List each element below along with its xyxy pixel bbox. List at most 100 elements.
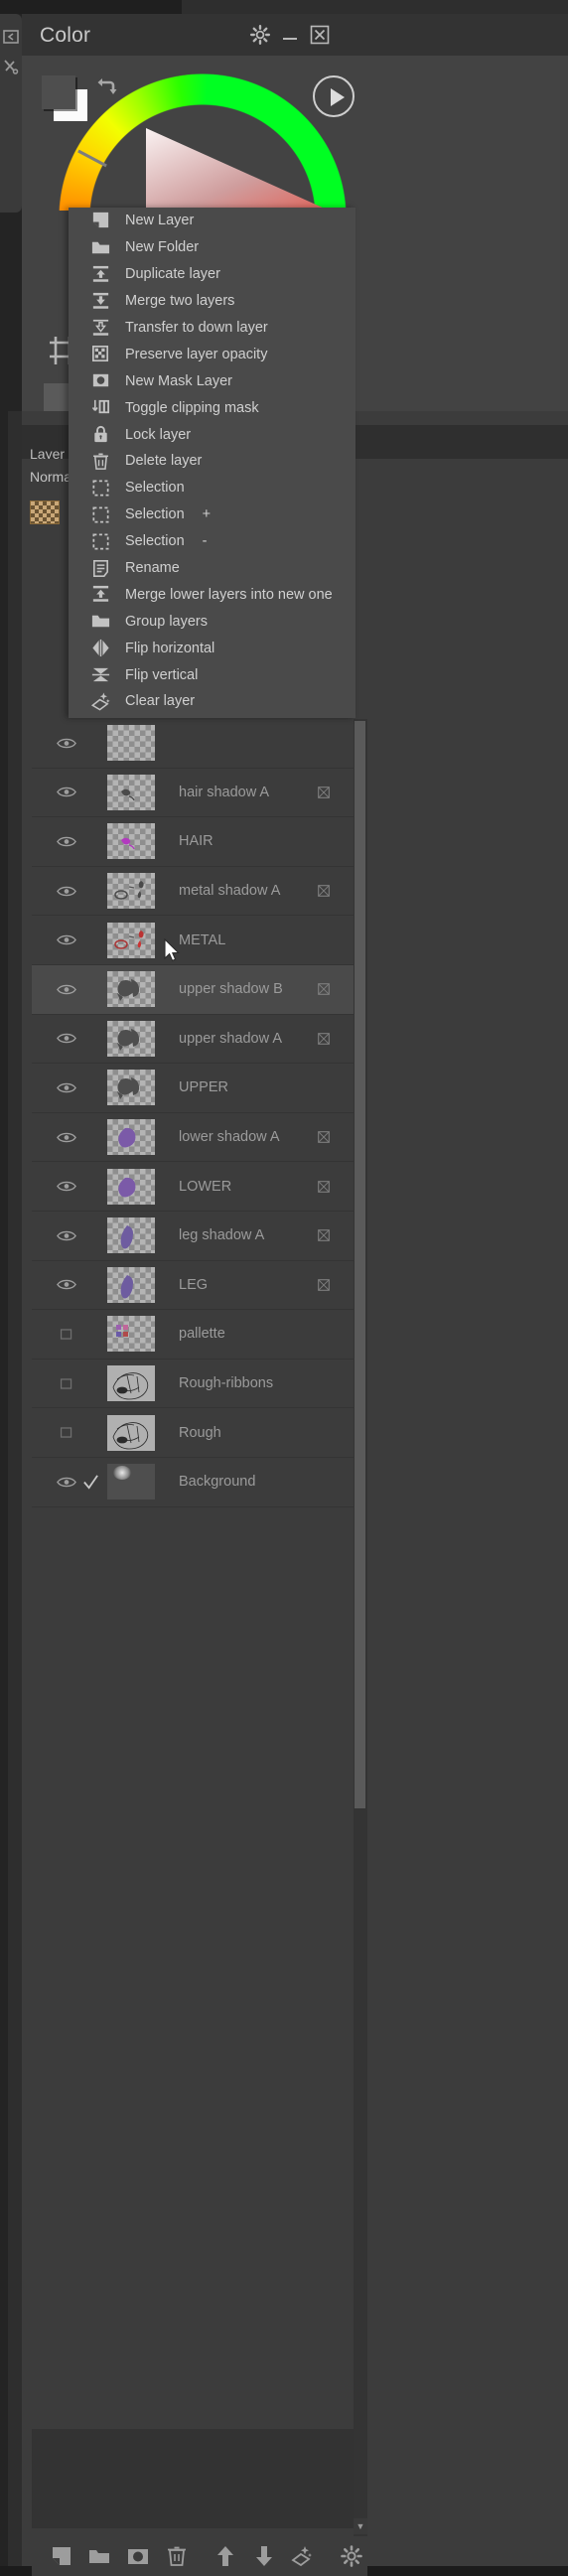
eye-hidden-icon[interactable] [54,1328,79,1341]
layer-checkmark[interactable] [79,1474,101,1491]
eye-visible-icon[interactable] [54,1081,79,1094]
play-button[interactable] [313,75,355,117]
menu-item-duplicate-layer[interactable]: Duplicate layer [69,261,355,288]
color-panel-title: Color [40,24,91,47]
eye-visible-icon[interactable] [54,1229,79,1242]
layer-thumbnail[interactable] [107,873,155,910]
layer-row[interactable]: Background [32,1458,354,1507]
layer-row[interactable]: METAL [32,916,354,965]
layer-name: METAL [179,931,226,948]
layer-row[interactable]: LEG [32,1261,354,1311]
menu-item-new-mask-layer[interactable]: New Mask Layer [69,367,355,394]
layer-row[interactable]: pallette [32,1310,354,1360]
menu-item-selection[interactable]: Selection [69,475,355,501]
layer-thumbnail[interactable] [107,725,155,762]
layer-name: pallette [179,1326,225,1343]
tools-icon[interactable] [2,58,20,75]
layer-thumbnail[interactable] [107,1020,155,1057]
eye-visible-icon[interactable] [54,786,79,798]
layer-thumbnail[interactable] [107,1217,155,1254]
eye-visible-icon[interactable] [54,1180,79,1193]
collapse-icon[interactable] [2,28,20,46]
clipping-mask-indicator-icon [318,1278,330,1291]
menu-item-label: Merge lower layers into new one [125,586,333,603]
layer-thumbnail[interactable] [107,823,155,860]
layer-thumbnail[interactable] [107,1266,155,1303]
menu-item-delete-layer[interactable]: Delete layer [69,448,355,475]
layer-row[interactable]: Rough [32,1408,354,1458]
layer-row[interactable]: Rough-ribbons [32,1360,354,1409]
layer-row[interactable]: leg shadow A [32,1212,354,1261]
foreground-color-swatch[interactable] [42,75,75,109]
eye-visible-icon[interactable] [54,983,79,996]
folder-icon[interactable] [87,2544,111,2568]
menu-item-rename[interactable]: Rename [69,555,355,582]
eye-visible-icon[interactable] [54,1131,79,1144]
layer-thumbnail[interactable] [107,922,155,958]
layer-thumbnail[interactable] [107,1316,155,1353]
eye-hidden-icon[interactable] [54,1426,79,1439]
menu-item-flip-vertical[interactable]: Flip vertical [69,661,355,688]
layer-row[interactable] [32,719,354,769]
layer-row[interactable]: lower shadow A [32,1113,354,1163]
layer-list-empty-area [32,2429,354,2528]
layer-list-scrollbar-thumb[interactable] [355,721,365,1808]
gear-icon[interactable] [249,24,271,46]
eye-visible-icon[interactable] [54,835,79,848]
menu-item-toggle-clipping-mask[interactable]: Toggle clipping mask [69,394,355,421]
layer-name: Background [179,1474,256,1491]
menu-item-flip-horizontal[interactable]: Flip horizontal [69,635,355,661]
menu-item-preserve-layer-opacity[interactable]: Preserve layer opacity [69,341,355,367]
menu-item-group-layers[interactable]: Group layers [69,608,355,635]
menu-item-clear-layer[interactable]: Clear layer [69,688,355,715]
layer-name: LOWER [179,1178,232,1195]
swap-colors-icon[interactable] [93,73,121,101]
gear-icon[interactable] [340,2544,363,2568]
scroll-down-icon[interactable]: ▼ [354,2518,367,2534]
layer-thumbnail[interactable] [107,971,155,1008]
layer-thumbnail[interactable] [107,1464,155,1501]
clear-layer-icon[interactable] [290,2544,314,2568]
eye-visible-icon[interactable] [54,1278,79,1291]
menu-item-merge-lower-layers-into-new-one[interactable]: Merge lower layers into new one [69,581,355,608]
menu-item-new-folder[interactable]: New Folder [69,234,355,261]
menu-item-selection-add[interactable]: Selection + [69,501,355,528]
layer-row[interactable]: HAIR [32,817,354,867]
layer-thumbnail[interactable] [107,1414,155,1451]
mouse-cursor [164,938,181,963]
tool-rail[interactable] [0,14,23,213]
move-up-icon[interactable] [213,2544,237,2568]
eye-visible-icon[interactable] [54,1032,79,1045]
layer-thumbnail[interactable] [107,1168,155,1205]
layer-thumbnail[interactable] [107,1365,155,1402]
active-layer-thumbnail [30,501,60,524]
menu-item-lock-layer[interactable]: Lock layer [69,421,355,448]
mask-layer-icon[interactable] [126,2544,150,2568]
layer-row[interactable]: upper shadow B [32,964,354,1015]
minimize-icon[interactable] [279,24,301,46]
eye-hidden-icon[interactable] [54,1377,79,1390]
close-icon[interactable] [309,24,331,46]
eye-visible-icon[interactable] [54,1476,79,1489]
menu-item-new-layer[interactable]: New Layer [69,208,355,234]
layer-list[interactable]: hair shadow A HAIR metal shadow A METAL uppe… [32,719,354,2566]
menu-item-transfer-to-down-layer[interactable]: Transfer to down layer [69,315,355,342]
layer-thumbnail[interactable] [107,1070,155,1106]
layer-row[interactable]: hair shadow A [32,769,354,818]
new-layer-icon[interactable] [50,2544,73,2568]
layer-context-menu[interactable]: New Layer New Folder Duplicate layer Merge … [69,208,355,718]
layer-row[interactable]: UPPER [32,1064,354,1113]
layer-row[interactable]: metal shadow A [32,867,354,917]
eye-visible-icon[interactable] [54,933,79,946]
color-swatches[interactable] [42,75,87,121]
menu-item-merge-two-layers[interactable]: Merge two layers [69,288,355,315]
layer-row[interactable]: LOWER [32,1162,354,1212]
layer-thumbnail[interactable] [107,774,155,810]
trash-icon[interactable] [165,2544,189,2568]
move-down-icon[interactable] [252,2544,276,2568]
layer-row[interactable]: upper shadow A [32,1015,354,1065]
menu-item-selection-subtract[interactable]: Selection - [69,528,355,555]
eye-visible-icon[interactable] [54,737,79,750]
layer-thumbnail[interactable] [107,1119,155,1156]
eye-visible-icon[interactable] [54,885,79,898]
